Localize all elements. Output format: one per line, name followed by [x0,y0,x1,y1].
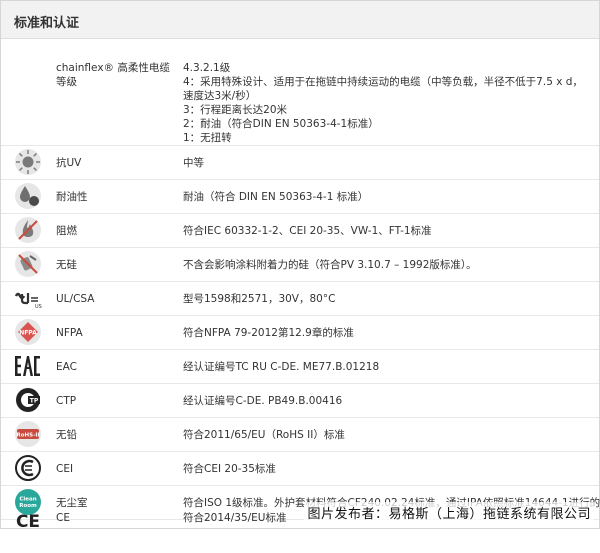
row-value: 符合CEI 20-35标准 [183,463,276,475]
rohs-icon: RoHS-II [14,420,42,448]
standards-panel: 标准和认证 chainflex® 高柔性电缆等级 4.3.2.1级 4：采用特殊… [0,0,600,532]
section-title: 标准和认证 [14,16,80,31]
svg-text:US: US [35,304,42,310]
row-label: 无硅 [56,259,77,271]
nfpa-icon: NFPA [14,318,42,346]
value-line: 1：无扭转 [183,132,232,144]
row-value: 4.3.2.1级 4：采用特殊设计、适用于在拖链中持续运动的电缆（中等负载，半径… [183,61,593,145]
table-row-ctp: TP CTP 经认证编号C-DE. PB49.B.00416 [1,384,599,418]
row-label: 无铅 [56,429,77,441]
table-row-eac: EAC 经认证编号TC RU C-DE. ME77.B.01218 [1,350,599,384]
table-row-nfpa: NFPA NFPA 符合NFPA 79-2012第12.9章的标准 [1,316,599,350]
table-row-cei: CEI 符合CEI 20-35标准 [1,452,599,486]
table-row-uv: 抗UV 中等 [1,146,599,180]
row-label: 无尘室 [56,497,88,509]
clean-room-icon-text: Clean [19,497,36,503]
table-row-ce: CE CE 符合2014/35/EU标准 [1,512,599,553]
uv-icon [14,148,42,176]
ce-icon-text: CE [16,512,40,532]
row-value: 符合2011/65/EU（RoHS II）标准 [183,429,345,441]
row-label: 耐油性 [56,191,88,203]
row-value: 不含会影响涂料附着力的硅（符合PV 3.10.7 – 1992版标准）。 [183,259,477,271]
table-row-rohs: RoHS-II 无铅 符合2011/65/EU（RoHS II）标准 [1,418,599,452]
row-label: NFPA [56,327,83,339]
flame-icon [14,216,42,244]
section-header: 标准和认证 [1,1,599,39]
table-row-ul-csa: US UL/CSA 型号1598和2571，30V，80°C [1,282,599,316]
table-row-chainflex: chainflex® 高柔性电缆等级 4.3.2.1级 4：采用特殊设计、适用于… [1,39,599,146]
ce-icon: CE [14,506,42,534]
row-value: 中等 [183,157,204,169]
silicone-free-icon [14,250,42,278]
nfpa-icon-text: NFPA [19,330,37,337]
value-line: 3：行程距离长达20米 [183,104,288,116]
row-label: chainflex® 高柔性电缆等级 [56,62,170,88]
row-label: 抗UV [56,157,82,169]
table-row-silicone: 无硅 不含会影响涂料附着力的硅（符合PV 3.10.7 – 1992版标准）。 [1,248,599,282]
row-value: 型号1598和2571，30V，80°C [183,293,336,305]
value-line: 2：耐油（符合DIN EN 50363-4-1标准） [183,118,379,130]
table-row-flame: 阻燃 符合IEC 60332-1-2、CEI 20-35、VW-1、FT-1标准 [1,214,599,248]
value-line: 4：采用特殊设计、适用于在拖链中持续运动的电缆（中等负载，半径不低于7.5 x … [183,76,583,102]
row-label: CTP [56,395,77,407]
row-label: CE [56,512,70,524]
ctp-icon: TP [14,386,42,414]
oil-icon [14,182,42,210]
ul-csa-icon: US [14,284,42,312]
svg-text:TP: TP [30,398,39,405]
row-value: 耐油（符合 DIN EN 50363-4-1 标准） [183,191,369,203]
row-value: 符合2014/35/EU标准 [183,512,287,524]
row-value: 符合NFPA 79-2012第12.9章的标准 [183,327,354,339]
cei-icon [14,454,42,482]
row-label: EAC [56,361,77,373]
value-line: 4.3.2.1级 [183,62,231,74]
row-value: 符合IEC 60332-1-2、CEI 20-35、VW-1、FT-1标准 [183,225,432,237]
rohs-icon-text: RoHS-II [17,433,40,439]
row-value: 经认证编号C-DE. PB49.B.00416 [183,395,343,407]
row-value: 经认证编号TC RU C-DE. ME77.B.01218 [183,361,380,373]
table-row-oil: 耐油性 耐油（符合 DIN EN 50363-4-1 标准） [1,180,599,214]
row-label: CEI [56,463,74,475]
row-label: 阻燃 [56,225,77,237]
eac-icon [14,352,42,380]
publisher-watermark: 图片发布者：易格斯（上海）拖链系统有限公司 [304,502,594,523]
row-label: UL/CSA [56,293,95,305]
